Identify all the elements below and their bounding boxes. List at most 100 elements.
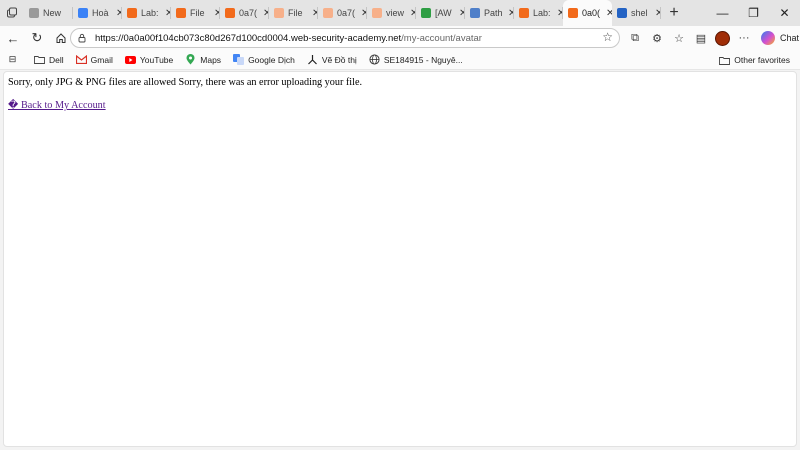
tab-title: view	[386, 8, 405, 18]
bookmark-5[interactable]: Vẽ Đồ thị	[307, 50, 357, 70]
tab-strip: New Hoà ✕ Lab: ✕ File ✕ 0a7(✕ File ✕ 0a7(✕ view ✕ [AW…	[0, 0, 800, 26]
tab-title: 0a7(	[337, 8, 356, 18]
home-button[interactable]	[50, 27, 72, 49]
bookmark-label: SE184915 - Nguyê...	[383, 54, 463, 65]
bookmark-label: Google Dịch	[248, 54, 295, 65]
other-favorites-label: Other favorites	[734, 55, 790, 65]
tab-8[interactable]: [AW ✕	[416, 0, 465, 26]
bookmark-2[interactable]: YouTube	[124, 50, 174, 70]
tab-7[interactable]: view ✕	[367, 0, 416, 26]
tab-title: 0a7(	[239, 8, 258, 18]
restore-icon: ❐	[748, 6, 759, 20]
maps-pin-icon	[185, 54, 196, 65]
gmail-icon	[75, 54, 87, 65]
bookmark-label: Maps	[200, 54, 222, 65]
favorites-icon[interactable]: ☆	[668, 27, 690, 49]
bookmark-1[interactable]: Gmail	[75, 50, 113, 70]
portswigger-icon	[274, 8, 284, 18]
close-tab-icon[interactable]: ✕	[655, 8, 661, 19]
drive-icon	[421, 8, 431, 18]
page-content: Sorry, only JPG & PNG files are allowed …	[4, 72, 796, 117]
copilot-icon	[470, 8, 480, 18]
restore-button[interactable]: ❐	[738, 0, 769, 26]
tab-title: shel	[631, 8, 648, 18]
back-button[interactable]: ←	[2, 27, 24, 49]
bookmark-label: Dell	[49, 54, 64, 65]
tab-4[interactable]: 0a7(✕	[220, 0, 269, 26]
url-text[interactable]: https://0a0a00f104cb073c80d267d100cd0004…	[95, 33, 482, 44]
more-menu-icon[interactable]: ···	[733, 27, 755, 49]
folder-icon	[34, 54, 45, 65]
portswigger-icon	[176, 8, 186, 18]
new-tab-button[interactable]: +	[661, 0, 687, 26]
tab-3[interactable]: File ✕	[171, 0, 220, 26]
home-icon	[56, 33, 66, 43]
upload-error-message: Sorry, only JPG & PNG files are allowed …	[8, 77, 363, 88]
chat-button[interactable]: Chat ⌄	[761, 31, 800, 45]
portswigger-icon	[519, 8, 529, 18]
page-viewport: Sorry, only JPG & PNG files are allowed …	[3, 71, 797, 447]
tab-title: File	[288, 8, 303, 18]
minimize-button[interactable]: —	[707, 0, 738, 26]
url-host: https://0a0a00f104cb073c80d267d100cd0004…	[95, 32, 402, 44]
bookmark-label: YouTube	[139, 54, 174, 65]
reading-mode-icon: ⊟	[8, 54, 17, 64]
minimize-icon: —	[716, 6, 729, 20]
tab-10[interactable]: Lab: ✕	[514, 0, 563, 26]
new-tab-icon	[29, 8, 39, 18]
extensions-icon[interactable]: ⚙	[646, 27, 668, 49]
other-favorites-button[interactable]: Other favorites	[719, 50, 790, 70]
back-to-account-link[interactable]: � Back to My Account	[8, 100, 106, 111]
tab-list: New Hoà ✕ Lab: ✕ File ✕ 0a7(✕ File ✕ 0a7(✕ view ✕ [AW…	[24, 0, 661, 26]
tab-6[interactable]: 0a7(✕	[318, 0, 367, 26]
search-icon	[617, 8, 627, 18]
chat-label: Chat	[780, 33, 800, 43]
refresh-icon: ↻	[31, 30, 43, 45]
url-path: /my-account/avatar	[401, 32, 482, 44]
bookmarks-bar: ⊟ Dell Gmail YouTube Maps Google Dịch Vẽ Đồ t…	[0, 50, 800, 70]
bookmark-3[interactable]: Maps	[185, 50, 221, 70]
graph-icon	[307, 54, 318, 65]
tab-title: 0a0(	[582, 8, 601, 18]
tab-12[interactable]: shel ✕	[612, 0, 661, 26]
arrow-left-icon: ←	[6, 30, 20, 46]
address-bar[interactable]: https://0a0a00f104cb073c80d267d100cd0004…	[70, 28, 620, 48]
reading-mode-button[interactable]: ⊟	[7, 50, 22, 70]
tab-title: Lab:	[141, 8, 159, 18]
favorite-star-icon[interactable]: ☆	[602, 30, 613, 44]
tab-title: [AW	[435, 8, 452, 18]
tab-title: File	[190, 8, 205, 18]
tab-0[interactable]: New	[24, 0, 73, 26]
portswigger-icon	[372, 8, 382, 18]
refresh-button[interactable]: ↻	[26, 27, 48, 49]
folder-icon	[719, 55, 731, 66]
youtube-icon	[124, 54, 136, 65]
window-controls: — ❐ ✕	[707, 0, 800, 26]
google-translate-icon	[233, 54, 245, 65]
bookmark-6[interactable]: SE184915 - Nguyê...	[369, 50, 463, 70]
tab-9[interactable]: Path ✕	[465, 0, 514, 26]
globe-icon	[369, 54, 380, 65]
toolbar-right: ⧉ ⚙ ☆ ▤ ··· Chat ⌄	[624, 26, 800, 50]
close-window-button[interactable]: ✕	[769, 0, 800, 26]
workspaces-icon	[7, 7, 17, 18]
tab-5[interactable]: File ✕	[269, 0, 318, 26]
qr-code-icon[interactable]: ⧉	[624, 27, 646, 49]
copilot-icon	[761, 31, 775, 45]
bookmark-0[interactable]: Dell	[34, 50, 64, 70]
tab-title: Hoà	[92, 8, 109, 18]
tab-title: Path	[484, 8, 503, 18]
tab-2[interactable]: Lab: ✕	[122, 0, 171, 26]
tab-title: New	[43, 8, 62, 18]
site-info-icon[interactable]	[77, 33, 91, 43]
tab-1[interactable]: Hoà ✕	[73, 0, 122, 26]
close-icon: ✕	[779, 6, 790, 20]
tab-actions-button[interactable]	[0, 0, 24, 26]
bookmark-list: Dell Gmail YouTube Maps Google Dịch Vẽ Đồ thị…	[22, 50, 463, 70]
browser-toolbar: ← ↻ https://0a0a00f104cb073c80d267d100cd…	[0, 26, 800, 50]
profile-avatar[interactable]	[715, 30, 730, 46]
bookmark-4[interactable]: Google Dịch	[233, 50, 295, 70]
bookmark-label: Vẽ Đồ thị	[321, 54, 357, 65]
tab-11[interactable]: 0a0(✕	[563, 0, 612, 26]
collections-icon[interactable]: ▤	[690, 27, 712, 49]
